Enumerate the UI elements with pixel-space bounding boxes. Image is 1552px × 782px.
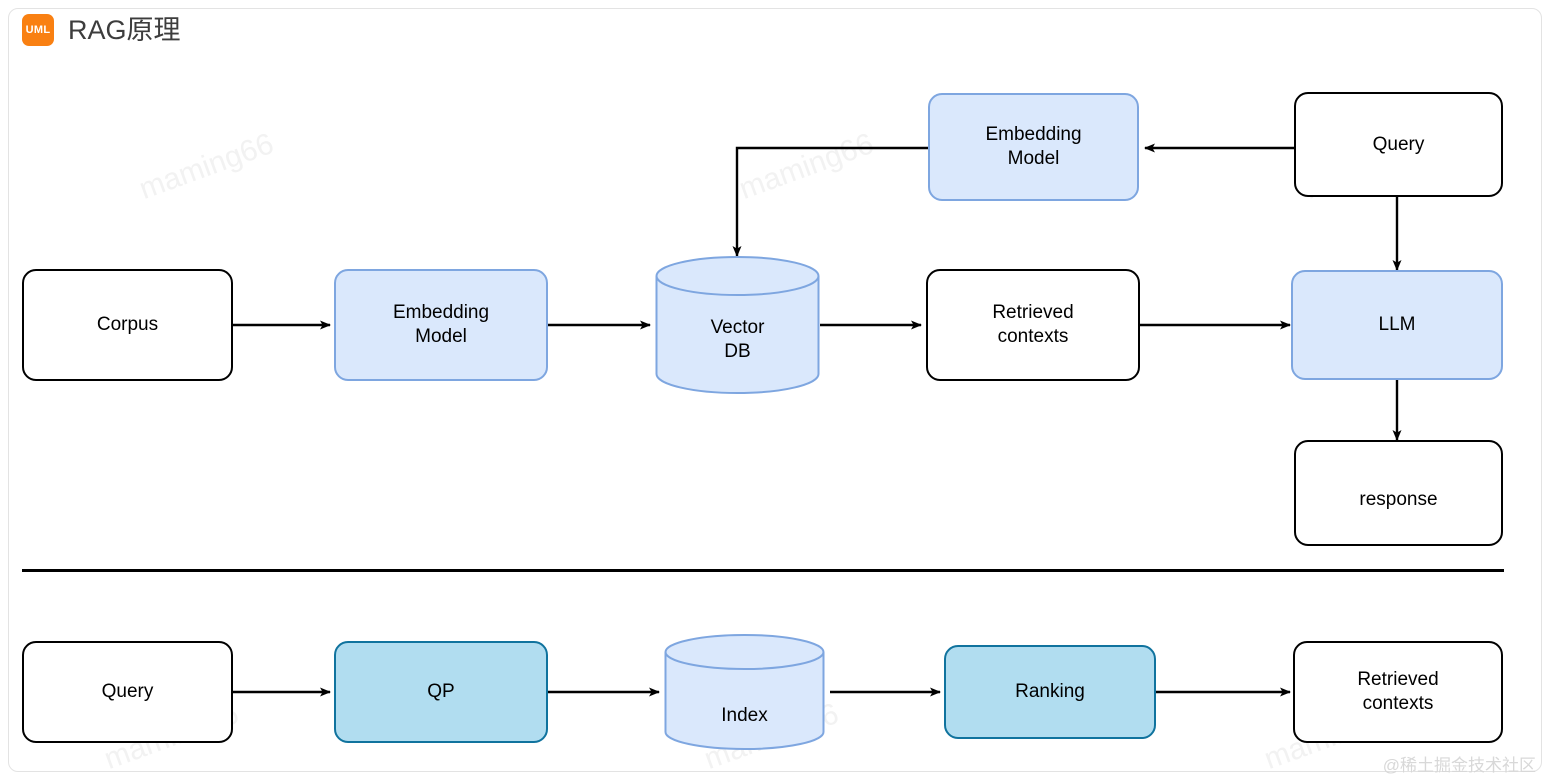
node-label: contexts — [1362, 693, 1434, 714]
node-label: LLM — [1378, 314, 1416, 336]
node-label: Vector — [710, 317, 765, 338]
node-query-top[interactable]: Query — [1294, 92, 1503, 197]
node-label: Index — [721, 705, 768, 726]
node-label: contexts — [997, 326, 1069, 347]
node-qp[interactable]: QP — [334, 641, 548, 743]
node-label: response — [1359, 489, 1438, 511]
node-label: Model — [1007, 148, 1060, 169]
node-response[interactable]: response — [1294, 440, 1503, 546]
node-query-bottom[interactable]: Query — [22, 641, 233, 743]
node-corpus[interactable]: Corpus — [22, 269, 233, 381]
section-divider — [22, 569, 1504, 572]
edge-embedding-to-vectordb-elbow — [732, 146, 928, 257]
node-label: Query — [101, 681, 154, 703]
node-label: Query — [1372, 133, 1425, 155]
node-label: Model — [415, 326, 467, 347]
node-label: Ranking — [1015, 681, 1085, 703]
node-ranking[interactable]: Ranking — [944, 645, 1156, 739]
node-retrieved-contexts-bottom[interactable]: Retrieved contexts — [1293, 641, 1503, 743]
node-label: DB — [724, 340, 751, 362]
node-retrieved-contexts[interactable]: Retrieved contexts — [926, 269, 1140, 381]
node-index[interactable]: Index — [664, 634, 825, 750]
diagram-canvas: maming66 maming66 maming66 maming66 mami… — [0, 0, 1552, 782]
brand-watermark: @稀土掘金技术社区 — [1382, 756, 1536, 775]
node-label: QP — [427, 681, 455, 703]
cylinder-shape — [664, 634, 825, 750]
node-embedding-model-query[interactable]: Embedding Model — [928, 93, 1139, 201]
node-label: Retrieved — [992, 302, 1074, 324]
node-label: Corpus — [96, 314, 159, 336]
node-llm[interactable]: LLM — [1291, 270, 1503, 380]
node-embedding-model[interactable]: Embedding Model — [334, 269, 548, 381]
node-label: Embedding — [985, 124, 1082, 146]
node-label: Retrieved — [1357, 669, 1439, 691]
node-vector-db[interactable]: Vector DB — [655, 256, 820, 394]
node-label: Embedding — [392, 302, 490, 324]
